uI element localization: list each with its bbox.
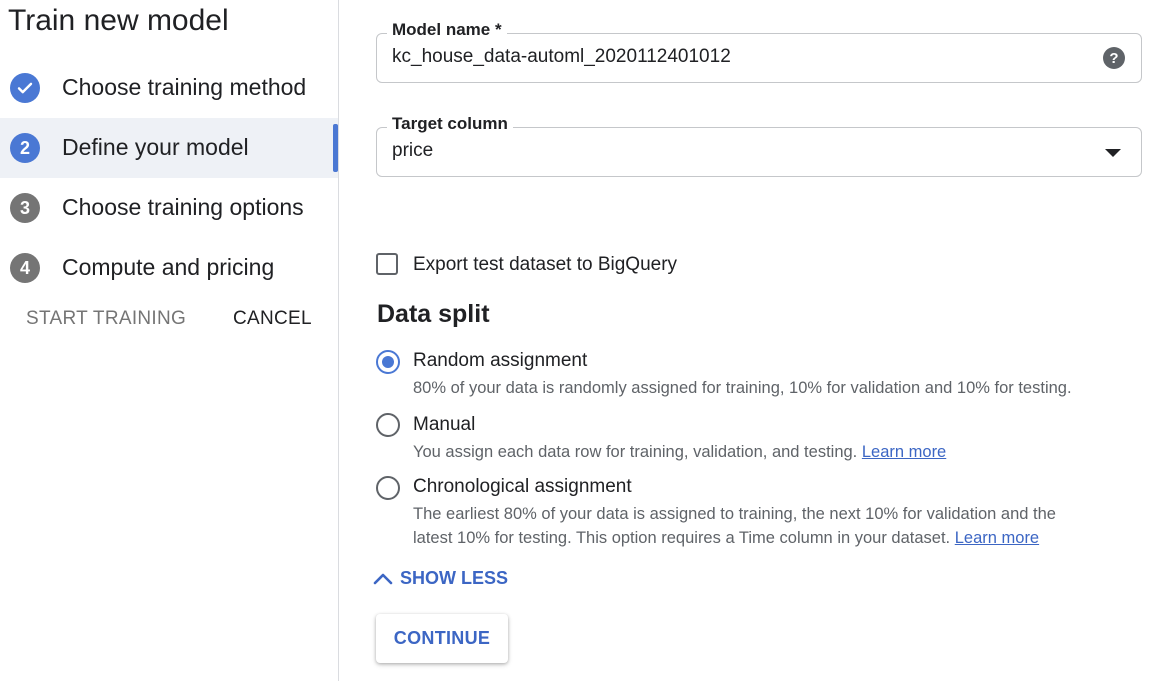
step-number-badge: 4: [10, 253, 40, 283]
data-split-heading: Data split: [377, 300, 490, 328]
check-icon: [10, 73, 40, 103]
step-label: Define your model: [62, 134, 249, 160]
chronological-assignment-label[interactable]: Chronological assignment: [413, 476, 632, 498]
random-assignment-radio[interactable]: [376, 350, 400, 374]
manual-description-text: You assign each data row for training, v…: [413, 443, 858, 461]
chronological-description-line1: The earliest 80% of your data is assigne…: [413, 505, 1056, 523]
page-title: Train new model: [8, 4, 229, 37]
continue-button[interactable]: CONTINUE: [376, 614, 508, 663]
target-column-label: Target column: [387, 114, 513, 134]
random-assignment-description: 80% of your data is randomly assigned fo…: [413, 379, 1072, 397]
chevron-up-icon: [373, 573, 393, 585]
export-test-dataset-label[interactable]: Export test dataset to BigQuery: [413, 254, 677, 276]
arrow-drop-down-icon[interactable]: [1105, 149, 1121, 157]
target-column-value: price: [392, 140, 434, 161]
stepper-sidebar: Train new model Choose training method 2…: [0, 0, 338, 681]
manual-label[interactable]: Manual: [413, 414, 475, 436]
chronological-description-line2: latest 10% for testing. This option requ…: [413, 526, 1039, 550]
chronological-learn-more-link[interactable]: Learn more: [955, 529, 1039, 547]
step-choose-training-options[interactable]: 3 Choose training options: [0, 178, 338, 238]
step-label: Choose training options: [62, 194, 304, 220]
cancel-button[interactable]: CANCEL: [233, 308, 312, 330]
panel-divider: [338, 0, 339, 681]
model-name-field[interactable]: Model name * kc_house_data-automl_202011…: [376, 20, 1142, 83]
help-icon[interactable]: ?: [1103, 47, 1125, 69]
step-choose-training-method[interactable]: Choose training method: [0, 58, 338, 118]
target-column-select[interactable]: Target column price: [376, 114, 1142, 177]
random-assignment-label[interactable]: Random assignment: [413, 350, 587, 372]
show-less-label: SHOW LESS: [400, 568, 509, 588]
manual-radio[interactable]: [376, 413, 400, 437]
show-less-button[interactable]: SHOW LESS: [372, 568, 508, 589]
manual-learn-more-link[interactable]: Learn more: [862, 443, 946, 461]
step-number-badge: 2: [10, 133, 40, 163]
chronological-description-text: latest 10% for testing. This option requ…: [413, 529, 951, 547]
chronological-assignment-radio[interactable]: [376, 476, 400, 500]
step-label: Compute and pricing: [62, 254, 275, 280]
step-number-badge: 3: [10, 193, 40, 223]
step-label: Choose training method: [62, 74, 307, 100]
model-name-label: Model name *: [387, 20, 507, 40]
step-compute-and-pricing[interactable]: 4 Compute and pricing: [0, 238, 338, 298]
model-name-input[interactable]: kc_house_data-automl_2020112401012: [392, 46, 731, 68]
step-define-your-model[interactable]: 2 Define your model: [0, 118, 338, 178]
export-test-dataset-checkbox[interactable]: [376, 253, 398, 275]
manual-description: You assign each data row for training, v…: [413, 440, 946, 464]
start-training-button[interactable]: START TRAINING: [26, 308, 186, 330]
